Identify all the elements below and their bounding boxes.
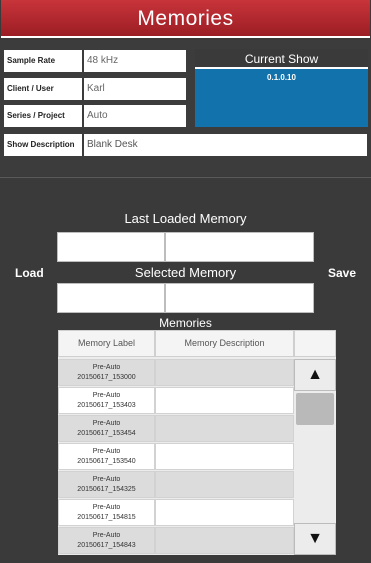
memories-rows: Pre-Auto 20150617_153000 Pre-Auto 201506… [58, 359, 294, 555]
table-row[interactable]: Pre-Auto 20150617_153454 [58, 415, 294, 442]
memory-label-line2: 20150617_154325 [77, 486, 136, 493]
scroll-down-button[interactable]: ▼ [294, 523, 336, 555]
memory-label-line2: 20150617_153454 [77, 430, 136, 437]
memory-description-cell [155, 443, 294, 470]
show-description-field[interactable]: Blank Desk [84, 134, 367, 156]
table-row[interactable]: Pre-Auto 20150617_154815 [58, 499, 294, 526]
series-project-field[interactable]: Auto [84, 105, 186, 127]
column-header-spacer [294, 330, 336, 357]
selected-memory-description-field[interactable] [165, 283, 314, 313]
client-user-label: Client / User [4, 78, 82, 100]
current-show-box: Current Show 0.1.0.10 [195, 49, 368, 127]
current-show-version: 0.1.0.10 [267, 73, 296, 82]
memory-label-line1: Pre-Auto [92, 504, 121, 511]
table-row[interactable]: Pre-Auto 20150617_154843 [58, 527, 294, 554]
table-row[interactable]: Pre-Auto 20150617_153540 [58, 443, 294, 470]
page-title: Memories [137, 7, 234, 30]
memory-label-line2: 20150617_153540 [77, 458, 136, 465]
scroll-up-button[interactable]: ▲ [294, 359, 336, 391]
selected-memory-label-field[interactable] [57, 283, 165, 313]
memory-label-line2: 20150617_153403 [77, 402, 136, 409]
memory-label-cell: Pre-Auto 20150617_153403 [58, 387, 155, 414]
memory-description-cell [155, 359, 294, 386]
memories-table: Memory Label Memory Description Pre-Auto… [58, 330, 336, 555]
memory-label-line1: Pre-Auto [92, 420, 121, 427]
memories-screen: Memories Sample Rate 48 kHz Client / Use… [0, 0, 371, 563]
memory-description-cell [155, 499, 294, 526]
last-loaded-memory-label-slot [57, 232, 165, 262]
memories-scrollbar[interactable]: ▲ ▼ [294, 359, 336, 555]
memory-description-cell [155, 387, 294, 414]
memory-label-cell: Pre-Auto 20150617_153000 [58, 359, 155, 386]
selected-memory-title: Selected Memory [134, 265, 237, 280]
scroll-thumb[interactable] [296, 393, 334, 425]
memory-label-cell: Pre-Auto 20150617_154815 [58, 499, 155, 526]
memory-label-line1: Pre-Auto [92, 364, 121, 371]
sample-rate-label: Sample Rate [4, 50, 82, 72]
table-row[interactable]: Pre-Auto 20150617_153403 [58, 387, 294, 414]
memory-label-line1: Pre-Auto [92, 448, 121, 455]
column-header-memory-label[interactable]: Memory Label [58, 330, 155, 357]
memory-label-cell: Pre-Auto 20150617_153454 [58, 415, 155, 442]
series-project-label: Series / Project [4, 105, 82, 127]
current-show-title: Current Show [195, 49, 368, 69]
up-arrow-icon: ▲ [307, 366, 323, 383]
memory-label-cell: Pre-Auto 20150617_154843 [58, 527, 155, 554]
memory-description-cell [155, 415, 294, 442]
memory-label-line1: Pre-Auto [92, 392, 121, 399]
memory-label-line2: 20150617_154815 [77, 514, 136, 521]
memory-description-cell [155, 527, 294, 554]
last-loaded-memory-description-slot [165, 232, 314, 262]
show-info-panel: Sample Rate 48 kHz Client / User Karl Se… [0, 40, 371, 176]
column-header-memory-description[interactable]: Memory Description [155, 330, 294, 357]
table-row[interactable]: Pre-Auto 20150617_153000 [58, 359, 294, 386]
table-row[interactable]: Pre-Auto 20150617_154325 [58, 471, 294, 498]
memory-label-cell: Pre-Auto 20150617_153540 [58, 443, 155, 470]
down-arrow-icon: ▼ [307, 530, 323, 547]
memory-label-cell: Pre-Auto 20150617_154325 [58, 471, 155, 498]
memory-panel: Last Loaded Memory Load Selected Memory … [0, 178, 371, 563]
save-button[interactable]: Save [328, 266, 356, 280]
memory-label-line2: 20150617_153000 [77, 374, 136, 381]
memory-label-line1: Pre-Auto [92, 532, 121, 539]
sample-rate-field[interactable]: 48 kHz [84, 50, 186, 72]
memories-list-title: Memories [159, 316, 212, 330]
last-loaded-memory-title: Last Loaded Memory [124, 211, 247, 226]
memory-label-line2: 20150617_154843 [77, 542, 136, 549]
show-description-label: Show Description [4, 134, 82, 156]
memory-description-cell [155, 471, 294, 498]
client-user-field[interactable]: Karl [84, 78, 186, 100]
memory-label-line1: Pre-Auto [92, 476, 121, 483]
title-bar: Memories [1, 0, 370, 38]
